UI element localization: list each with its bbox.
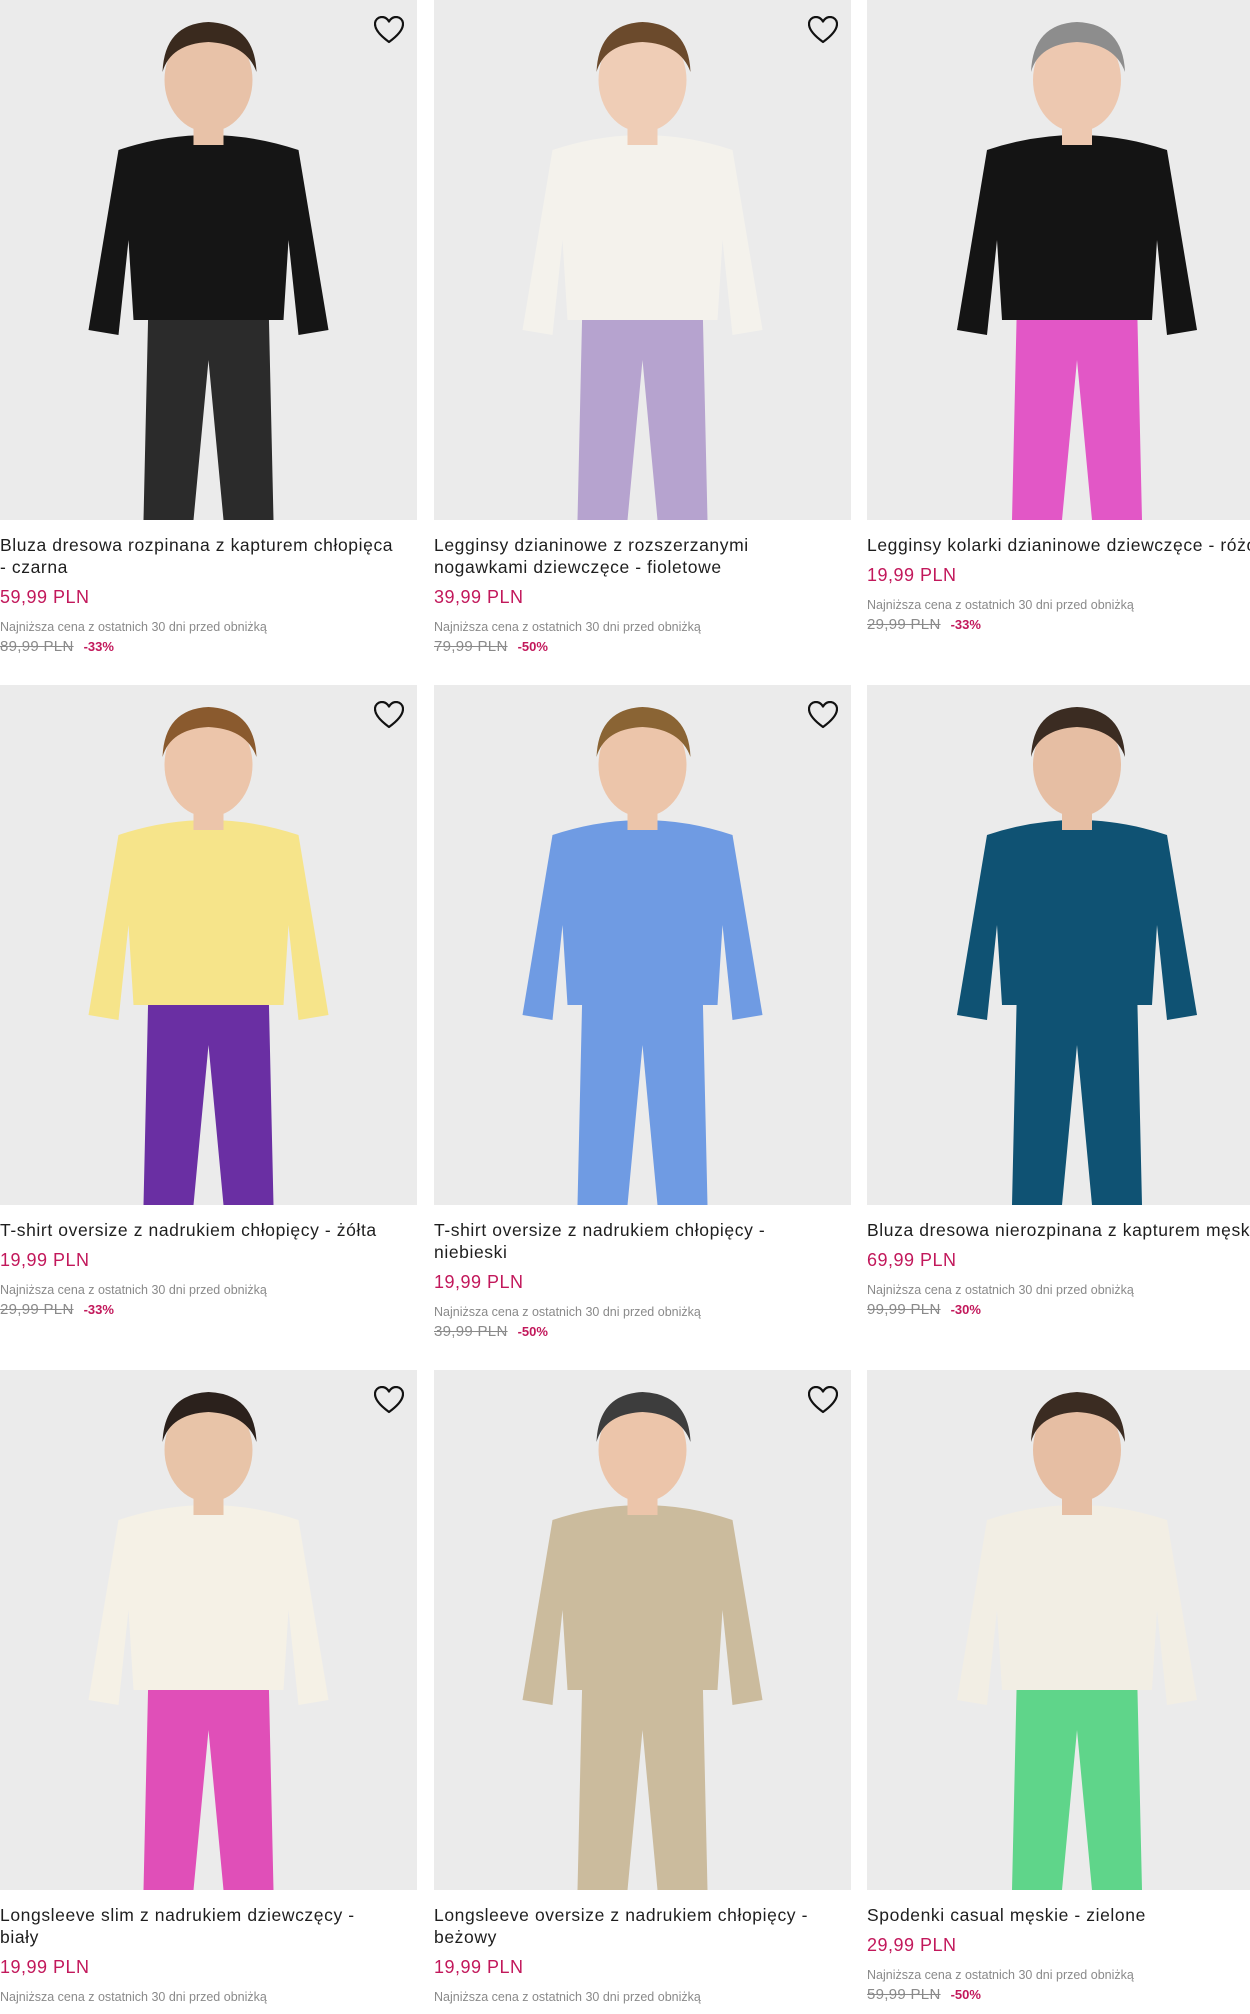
lowest-price-label: Najniższa cena z ostatnich 30 dni przed … [867,1283,1134,1297]
product-price: 39,99 PLN [434,587,524,607]
old-price: 29,99 PLN [0,1301,74,1318]
product-photo [434,1370,851,1890]
product-card[interactable]: Legginsy dzianinowe z rozszerzanymi noga… [434,0,851,656]
product-card[interactable]: Bluza dresowa rozpinana z kapturem chłop… [0,0,417,656]
product-price: 19,99 PLN [867,565,957,585]
old-price-row: 29,99 PLN -33% [0,1301,417,1319]
product-title[interactable]: Spodenki casual męskie - zielone [867,1904,1250,1926]
product-price: 69,99 PLN [867,1250,957,1270]
discount-badge: -33% [83,1302,114,1317]
wishlist-button[interactable] [369,10,409,50]
product-photo [867,685,1250,1205]
lowest-price-label: Najniższa cena z ostatnich 30 dni przed … [867,1968,1134,1982]
old-price: 89,99 PLN [0,638,74,655]
product-photo [867,1370,1250,1890]
lowest-price-label: Najniższa cena z ostatnich 30 dni przed … [434,1990,701,2004]
discount-badge: -33% [83,639,114,654]
old-price: 39,99 PLN [434,1323,508,1340]
lowest-price-label: Najniższa cena z ostatnich 30 dni przed … [0,620,267,634]
product-image[interactable] [0,685,417,1205]
old-price-row: 29,99 PLN -33% [867,616,1250,634]
product-image[interactable] [867,1370,1250,1890]
product-price: 19,99 PLN [434,1272,524,1292]
product-card[interactable]: Legginsy kolarki dzianinowe dziewczęce -… [867,0,1250,634]
product-title[interactable]: T-shirt oversize z nadrukiem chłopięcy -… [434,1219,851,1263]
discount-badge: -33% [950,617,981,632]
discount-badge: -30% [950,1302,981,1317]
old-price-row: 89,99 PLN -33% [0,638,417,656]
lowest-price-label: Najniższa cena z ostatnich 30 dni przed … [0,1990,267,2004]
product-card[interactable]: Bluza dresowa nierozpinana z kapturem mę… [867,685,1250,1319]
wishlist-button[interactable] [369,1380,409,1420]
product-price: 19,99 PLN [0,1957,90,1977]
product-image[interactable] [434,685,851,1205]
product-image[interactable] [0,0,417,520]
old-price: 29,99 PLN [867,616,941,633]
heart-outline-icon [808,16,838,44]
product-photo [434,685,851,1205]
product-photo [0,1370,417,1890]
product-title[interactable]: Longsleeve slim z nadrukiem dziewczęcy -… [0,1904,417,1948]
old-price-row: 39,99 PLN -50% [434,1323,851,1341]
product-image[interactable] [434,1370,851,1890]
lowest-price-label: Najniższa cena z ostatnich 30 dni przed … [434,620,701,634]
product-image[interactable] [0,1370,417,1890]
product-image[interactable] [867,0,1250,520]
heart-outline-icon [808,701,838,729]
product-price: 59,99 PLN [0,587,90,607]
product-card[interactable]: T-shirt oversize z nadrukiem chłopięcy -… [0,685,417,1319]
product-image[interactable] [867,685,1250,1205]
product-title[interactable]: T-shirt oversize z nadrukiem chłopięcy -… [0,1219,417,1241]
heart-outline-icon [374,16,404,44]
wishlist-button[interactable] [803,695,843,735]
product-card[interactable]: Spodenki casual męskie - zielone 29,99 P… [867,1370,1250,2004]
product-title[interactable]: Legginsy dzianinowe z rozszerzanymi noga… [434,534,851,578]
wishlist-button[interactable] [369,695,409,735]
product-price: 29,99 PLN [867,1935,957,1955]
product-card[interactable]: Longsleeve slim z nadrukiem dziewczęcy -… [0,1370,417,2005]
discount-badge: -50% [950,1987,981,2002]
lowest-price-label: Najniższa cena z ostatnich 30 dni przed … [434,1305,701,1319]
lowest-price-label: Najniższa cena z ostatnich 30 dni przed … [867,598,1134,612]
heart-outline-icon [808,1386,838,1414]
product-grid: Bluza dresowa rozpinana z kapturem chłop… [0,0,1250,2014]
product-photo [867,0,1250,520]
product-photo [434,0,851,520]
product-card[interactable]: T-shirt oversize z nadrukiem chłopięcy -… [434,685,851,1341]
heart-outline-icon [374,1386,404,1414]
old-price-row: 59,99 PLN -50% [867,1986,1250,2004]
old-price-row: 79,99 PLN -50% [434,638,851,656]
old-price: 99,99 PLN [867,1301,941,1318]
product-title[interactable]: Longsleeve oversize z nadrukiem chłopięc… [434,1904,851,1948]
discount-badge: -50% [517,1324,548,1339]
product-title[interactable]: Bluza dresowa rozpinana z kapturem chłop… [0,534,417,578]
product-image[interactable] [434,0,851,520]
product-title[interactable]: Bluza dresowa nierozpinana z kapturem mę… [867,1219,1250,1241]
wishlist-button[interactable] [803,10,843,50]
discount-badge: -50% [517,639,548,654]
product-photo [0,0,417,520]
old-price-row: 99,99 PLN -30% [867,1301,1250,1319]
old-price: 59,99 PLN [867,1986,941,2003]
wishlist-button[interactable] [803,1380,843,1420]
product-photo [0,685,417,1205]
product-price: 19,99 PLN [0,1250,90,1270]
product-title[interactable]: Legginsy kolarki dzianinowe dziewczęce -… [867,534,1250,556]
product-card[interactable]: Longsleeve oversize z nadrukiem chłopięc… [434,1370,851,2005]
heart-outline-icon [374,701,404,729]
product-price: 19,99 PLN [434,1957,524,1977]
lowest-price-label: Najniższa cena z ostatnich 30 dni przed … [0,1283,267,1297]
old-price: 79,99 PLN [434,638,508,655]
